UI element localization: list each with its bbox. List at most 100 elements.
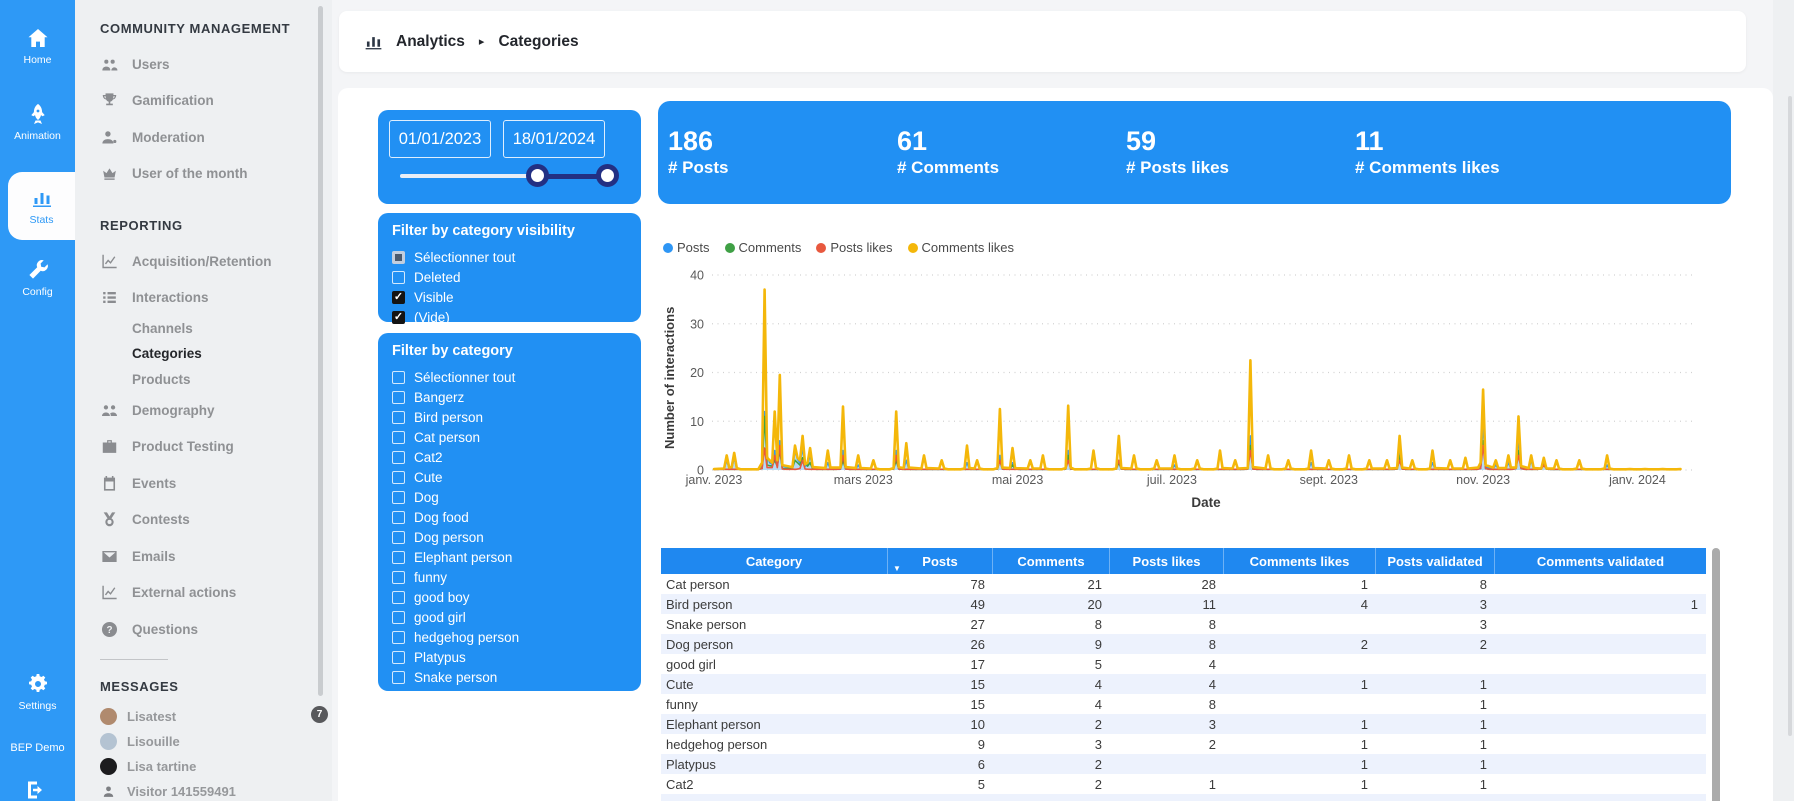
checkbox-unchecked[interactable]: [392, 511, 405, 524]
checkbox-checked[interactable]: [392, 311, 405, 324]
table-row-cute[interactable]: Cute154411: [661, 674, 1706, 694]
table-row-cat2[interactable]: Cat252111: [661, 774, 1706, 794]
column-header-posts[interactable]: Posts▼: [888, 548, 993, 574]
checkbox-option-elephant-person[interactable]: Elephant person: [392, 547, 627, 567]
sidebar-item-demography[interactable]: Demography: [100, 392, 310, 429]
sidebar-item-moderation[interactable]: Moderation: [100, 119, 310, 156]
table-scrollbar[interactable]: [1712, 548, 1720, 801]
rail-item-stats[interactable]: Stats: [8, 172, 75, 240]
rail-item-config[interactable]: Config: [0, 258, 75, 298]
checkbox-unchecked[interactable]: [392, 491, 405, 504]
checkbox-option-s-lectionner-tout[interactable]: Sélectionner tout: [392, 247, 627, 267]
rail-item-home[interactable]: Home: [0, 26, 75, 66]
sidebar-item-product-testing[interactable]: Product Testing: [100, 428, 310, 465]
checkbox-option-cute[interactable]: Cute: [392, 467, 627, 487]
sidebar-item-gamification[interactable]: Gamification: [100, 83, 310, 120]
table-row-good-girl[interactable]: good girl1754: [661, 654, 1706, 674]
slider-handle-end[interactable]: [596, 164, 619, 187]
checkbox-option-good-girl[interactable]: good girl: [392, 607, 627, 627]
table-row-cat-person[interactable]: Cat person78212818: [661, 574, 1706, 594]
cell-value: [1495, 734, 1706, 754]
checkbox-unchecked[interactable]: [392, 471, 405, 484]
sidebar-item-external-actions[interactable]: External actions: [100, 574, 310, 611]
checkbox-unchecked[interactable]: [392, 571, 405, 584]
message-item-lisa-tartine[interactable]: Lisa tartine: [100, 754, 310, 779]
checkbox-unchecked[interactable]: [392, 651, 405, 664]
checkbox-option-deleted[interactable]: Deleted: [392, 267, 627, 287]
sidebar-item-contests[interactable]: Contests: [100, 501, 310, 538]
rail-item-settings[interactable]: Settings: [0, 672, 75, 712]
checkbox-label: Cute: [414, 470, 443, 485]
sidebar-item-events[interactable]: Events: [100, 465, 310, 502]
checkbox-option-funny[interactable]: funny: [392, 567, 627, 587]
legend-item-comments-likes[interactable]: Comments likes: [908, 240, 1014, 255]
table-row-hedgehog-person[interactable]: hedgehog person93211: [661, 734, 1706, 754]
breadcrumb-section[interactable]: Analytics: [396, 33, 465, 51]
checkbox-unchecked[interactable]: [392, 551, 405, 564]
checkbox-unchecked[interactable]: [392, 631, 405, 644]
slider-handle-start[interactable]: [526, 164, 549, 187]
checkbox-unchecked[interactable]: [392, 531, 405, 544]
checkbox-unchecked[interactable]: [392, 451, 405, 464]
sidebar-item-questions[interactable]: ?Questions: [100, 611, 310, 648]
checkbox-unchecked[interactable]: [392, 411, 405, 424]
checkbox-option-hedgehog-person[interactable]: hedgehog person: [392, 627, 627, 647]
legend-item-posts[interactable]: Posts: [663, 240, 710, 255]
table-row-funny[interactable]: funny15481: [661, 694, 1706, 714]
checkbox-unchecked[interactable]: [392, 431, 405, 444]
checkbox-option-visible[interactable]: Visible: [392, 287, 627, 307]
column-header-category[interactable]: Category: [661, 548, 888, 574]
table-row-snake-person[interactable]: Snake person27883: [661, 614, 1706, 634]
sidebar-item-user-of-the-month[interactable]: User of the month: [100, 156, 310, 193]
checkbox-option-dog-food[interactable]: Dog food: [392, 507, 627, 527]
message-item-lisatest[interactable]: Lisatest7: [100, 704, 310, 729]
table-row-platypus[interactable]: Platypus6211: [661, 754, 1706, 774]
column-header-comments-validated[interactable]: Comments validated: [1495, 548, 1706, 574]
checkbox-indeterminate[interactable]: [392, 251, 405, 264]
checkbox-option-s-lectionner-tout[interactable]: Sélectionner tout: [392, 367, 627, 387]
checkbox-unchecked[interactable]: [392, 271, 405, 284]
column-header-posts-validated[interactable]: Posts validated: [1376, 548, 1495, 574]
table-row-elephant-person[interactable]: Elephant person102311: [661, 714, 1706, 734]
legend-item-comments[interactable]: Comments: [725, 240, 802, 255]
rail-item-logout[interactable]: [0, 778, 75, 801]
checkbox-unchecked[interactable]: [392, 591, 405, 604]
start-date-input[interactable]: 01/01/2023: [389, 120, 491, 158]
page-scrollbar[interactable]: [1788, 96, 1792, 736]
checkbox-checked[interactable]: [392, 291, 405, 304]
end-date-input[interactable]: 18/01/2024: [503, 120, 605, 158]
checkbox-option-snake-person[interactable]: Snake person: [392, 667, 627, 687]
legend-item-posts-likes[interactable]: Posts likes: [816, 240, 892, 255]
cell-value: [1224, 694, 1376, 714]
sidebar-item-interactions[interactable]: Interactions: [100, 280, 310, 317]
sidebar-item-acquisition-retention[interactable]: Acquisition/Retention: [100, 243, 310, 280]
message-item-lisouille[interactable]: Lisouille: [100, 729, 310, 754]
checkbox-option-cat2[interactable]: Cat2: [392, 447, 627, 467]
slider-track[interactable]: [400, 174, 538, 178]
checkbox-option-bangerz[interactable]: Bangerz: [392, 387, 627, 407]
sidebar-item-users[interactable]: Users: [100, 46, 310, 83]
checkbox-unchecked[interactable]: [392, 371, 405, 384]
checkbox-option-cat-person[interactable]: Cat person: [392, 427, 627, 447]
sidebar-item-channels[interactable]: Channels: [100, 316, 310, 341]
sidebar-item-categories[interactable]: Categories: [100, 341, 310, 366]
checkbox-option-good-boy[interactable]: good boy: [392, 587, 627, 607]
checkbox-option-vide[interactable]: (Vide): [392, 307, 627, 327]
checkbox-unchecked[interactable]: [392, 391, 405, 404]
checkbox-option-platypus[interactable]: Platypus: [392, 647, 627, 667]
checkbox-option-dog-person[interactable]: Dog person: [392, 527, 627, 547]
rail-item-animation[interactable]: Animation: [0, 102, 75, 142]
message-item-visitor-141559491[interactable]: Visitor 141559491: [100, 779, 310, 801]
sidebar-item-emails[interactable]: Emails: [100, 538, 310, 575]
checkbox-unchecked[interactable]: [392, 611, 405, 624]
sidebar-item-products[interactable]: Products: [100, 367, 310, 392]
column-header-comments[interactable]: Comments: [993, 548, 1110, 574]
sidebar-scrollbar[interactable]: [318, 6, 323, 696]
table-row-dog-person[interactable]: Dog person269822: [661, 634, 1706, 654]
checkbox-option-bird-person[interactable]: Bird person: [392, 407, 627, 427]
checkbox-unchecked[interactable]: [392, 671, 405, 684]
column-header-posts-likes[interactable]: Posts likes: [1110, 548, 1224, 574]
column-header-comments-likes[interactable]: Comments likes: [1224, 548, 1376, 574]
table-row-bird-person[interactable]: Bird person492011431: [661, 594, 1706, 614]
checkbox-option-dog[interactable]: Dog: [392, 487, 627, 507]
